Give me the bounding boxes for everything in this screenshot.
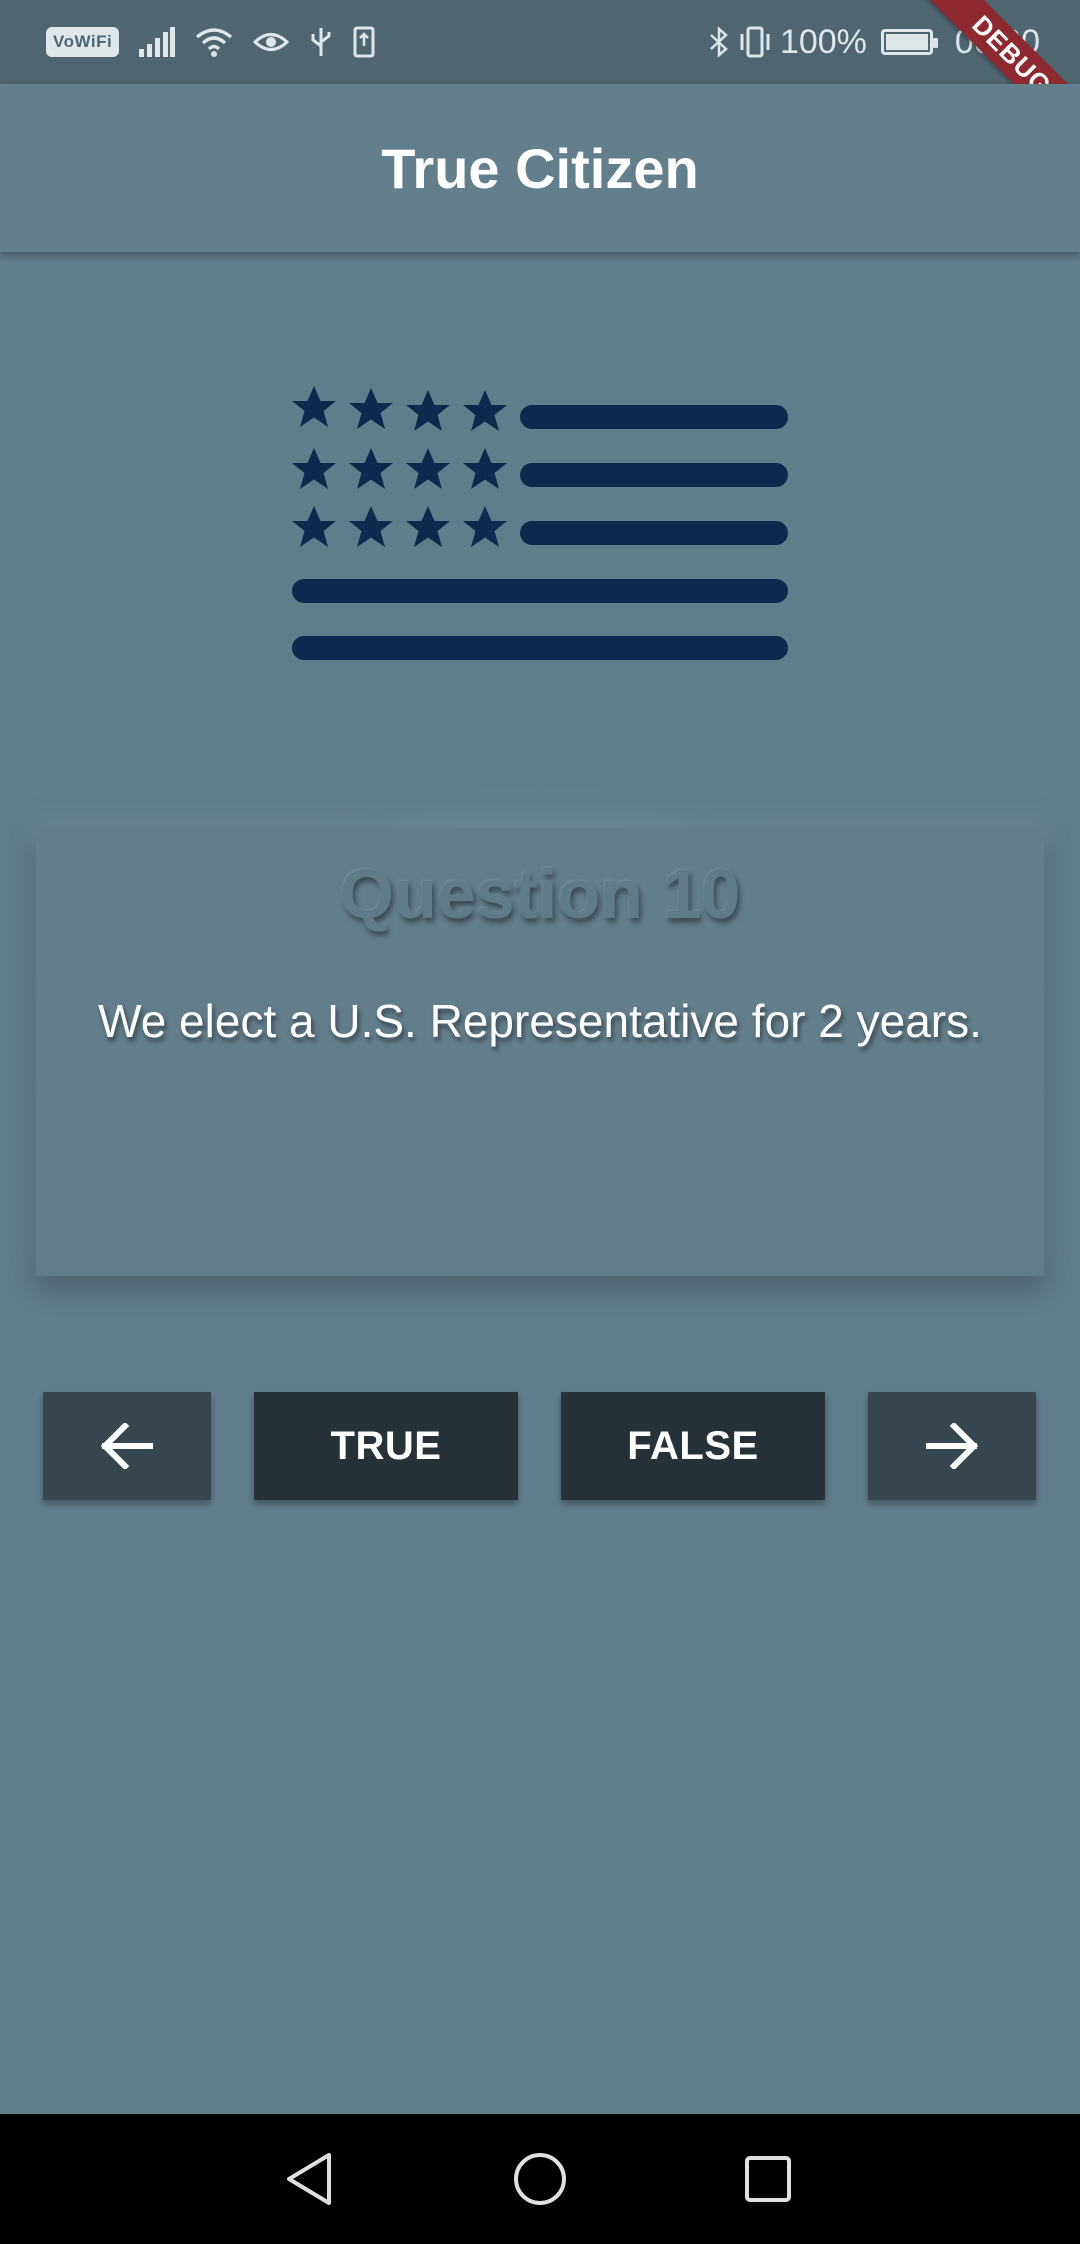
flag-icon — [290, 380, 790, 670]
false-button-label: FALSE — [627, 1423, 759, 1468]
true-button[interactable]: TRUE — [254, 1392, 518, 1500]
arrow-right-icon — [926, 1423, 978, 1469]
flag-stars — [292, 386, 507, 547]
sim-icon — [353, 22, 375, 62]
home-button[interactable] — [505, 2144, 575, 2214]
false-button[interactable]: FALSE — [561, 1392, 825, 1500]
usb-icon — [309, 22, 333, 62]
back-button[interactable] — [274, 2144, 344, 2214]
arrow-left-icon — [101, 1423, 153, 1469]
signal-icon — [139, 22, 176, 62]
app-bar: True Citizen — [0, 84, 1080, 252]
vibrate-icon — [738, 22, 772, 62]
next-button[interactable] — [868, 1392, 1036, 1500]
status-bar-left: VoWiFi — [46, 22, 375, 62]
question-card: Question 10 We elect a U.S. Representati… — [36, 828, 1044, 1276]
question-title: Question 10 — [339, 855, 741, 933]
home-icon — [514, 2153, 566, 2205]
battery-percent: 100% — [779, 22, 867, 61]
battery-icon — [880, 29, 938, 55]
previous-button[interactable] — [43, 1392, 211, 1500]
question-text: We elect a U.S. Representative for 2 yea… — [98, 995, 982, 1047]
system-nav-bar — [0, 2114, 1080, 2244]
recents-button[interactable] — [733, 2144, 803, 2214]
status-bar: VoWiFi 100% — [0, 0, 1080, 84]
back-icon — [287, 2153, 331, 2205]
recents-icon — [745, 2156, 791, 2202]
app-title: True Citizen — [381, 136, 699, 200]
true-button-label: TRUE — [330, 1423, 442, 1468]
wifi-icon — [195, 22, 233, 62]
eye-icon — [253, 22, 290, 62]
vowifi-badge: VoWiFi — [46, 27, 120, 57]
bluetooth-icon — [708, 22, 730, 62]
